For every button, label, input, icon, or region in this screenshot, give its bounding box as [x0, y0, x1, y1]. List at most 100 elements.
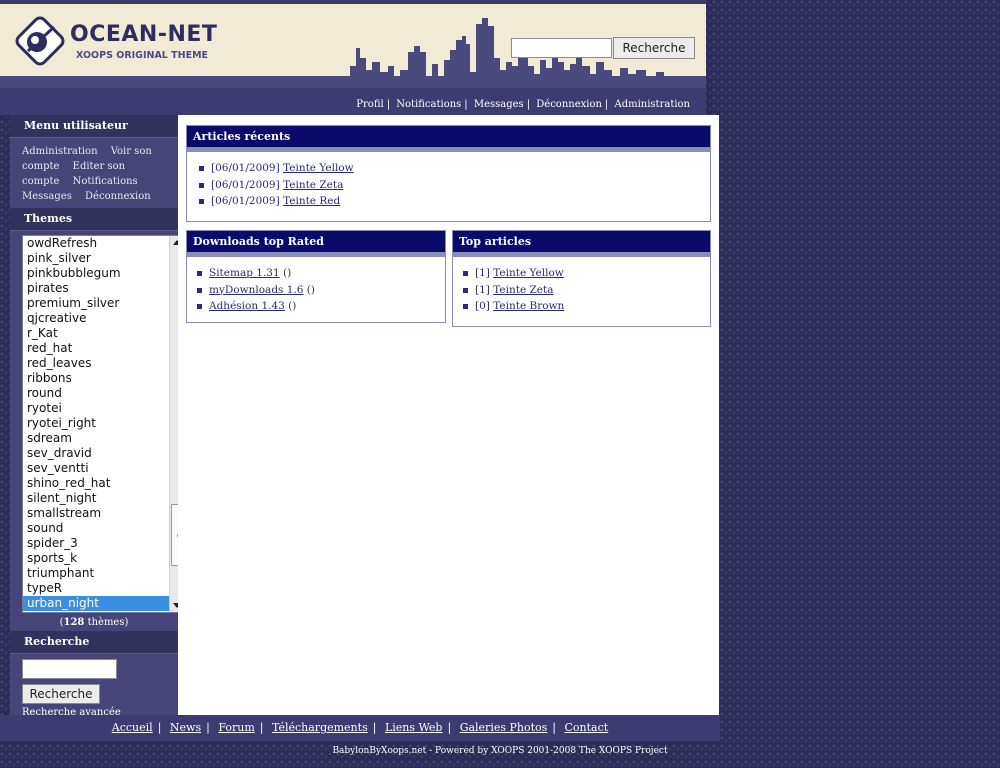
footer-link-news[interactable]: News: [170, 721, 201, 734]
downloads-title: Downloads top Rated: [187, 231, 445, 257]
list-item: [06/01/2009] Teinte Zeta: [199, 177, 710, 194]
theme-option[interactable]: red_leaves: [23, 356, 169, 371]
left-search-button[interactable]: Recherche: [22, 684, 100, 704]
download-rating: (): [279, 267, 292, 279]
download-rating: (): [303, 283, 315, 296]
user-menu-messages[interactable]: Messages: [22, 191, 72, 202]
theme-option[interactable]: red_hat: [23, 341, 169, 356]
user-menu: Administration Voir son compte Editer so…: [10, 138, 178, 208]
recent-articles-list: [06/01/2009] Teinte Yellow [06/01/2009] …: [187, 160, 710, 210]
list-item: [06/01/2009] Teinte Red: [199, 193, 710, 210]
theme-option[interactable]: owdRefresh: [23, 236, 169, 251]
site-header: OCEAN-NET XOOPS ORIGINAL THEME Recherche…: [0, 0, 706, 115]
theme-option[interactable]: qjcreative: [23, 311, 169, 326]
link-administration[interactable]: Administration: [614, 99, 690, 110]
link-messages[interactable]: Messages: [474, 99, 524, 110]
ocean-net-logo-icon: [15, 16, 65, 66]
bullet-icon: [197, 271, 202, 276]
themes-count: (128 thèmes): [10, 615, 178, 631]
bullet-icon: [199, 199, 204, 204]
article-link[interactable]: Teinte Yellow: [283, 162, 354, 174]
themes-count-suffix: thèmes: [84, 617, 125, 628]
article-date: [06/01/2009]: [211, 162, 280, 174]
theme-option[interactable]: urban_night: [23, 596, 169, 611]
article-date: [06/01/2009]: [211, 178, 280, 191]
theme-option[interactable]: ryotei_right: [23, 416, 169, 431]
link-deconnexion[interactable]: Déconnexion: [536, 99, 602, 110]
top-articles-title: Top articles: [453, 231, 710, 257]
list-item: myDownloads 1.6 (): [197, 282, 445, 299]
themes-count-number: 128: [63, 617, 85, 628]
theme-option[interactable]: sdream: [23, 431, 169, 446]
article-hits: [0]: [475, 300, 490, 312]
link-profil[interactable]: Profil: [356, 99, 383, 110]
download-link[interactable]: Sitemap 1.31: [209, 267, 280, 279]
user-menu-title: Menu utilisateur: [10, 115, 178, 138]
bullet-icon: [199, 182, 204, 188]
theme-option[interactable]: pirates: [23, 281, 169, 296]
bullet-icon: [463, 287, 468, 293]
bullet-icon: [197, 304, 202, 309]
footer-link-liens-web[interactable]: Liens Web: [385, 721, 443, 734]
bullet-icon: [463, 304, 468, 309]
user-menu-administration[interactable]: Administration: [22, 146, 98, 157]
theme-select-list[interactable]: owdRefresh pink_silver pinkbubblegum pirate…: [22, 235, 187, 613]
theme-option[interactable]: shino_red_hat: [23, 476, 169, 491]
list-item: Adhésion 1.43 (): [197, 298, 445, 315]
theme-option[interactable]: smallstream: [23, 506, 169, 521]
header-search-button[interactable]: Recherche: [613, 37, 695, 59]
list-item: [1] Teinte Yellow: [463, 265, 710, 282]
top-articles-list: [1] Teinte Yellow [1] Teinte Zeta [0] Te…: [453, 265, 710, 315]
footer-link-contact[interactable]: Contact: [565, 721, 609, 734]
logo-subtitle: XOOPS ORIGINAL THEME: [76, 50, 209, 61]
article-hits: [1]: [475, 267, 490, 279]
download-link[interactable]: myDownloads 1.6: [209, 284, 303, 296]
theme-option[interactable]: round: [23, 386, 169, 401]
theme-option[interactable]: ribbons: [23, 371, 169, 386]
article-date: [06/01/2009]: [211, 195, 280, 207]
left-search-input[interactable]: [22, 659, 117, 679]
logo-title: OCEAN-NET: [70, 22, 218, 47]
footer-link-telechargements[interactable]: Téléchargements: [272, 721, 368, 734]
footer-link-galeries[interactable]: Galeries Photos: [460, 721, 548, 734]
left-search-title: Recherche: [10, 631, 178, 654]
article-link[interactable]: Teinte Red: [283, 195, 340, 207]
theme-option[interactable]: typeR: [23, 581, 169, 596]
downloads-list: Sitemap 1.31 () myDownloads 1.6 () Adhés…: [187, 265, 445, 315]
theme-options: owdRefresh pink_silver pinkbubblegum pirate…: [23, 236, 169, 611]
theme-option[interactable]: sev_dravid: [23, 446, 169, 461]
footer-nav: Accueil | News | Forum | Téléchargements | L…: [0, 715, 720, 741]
article-link[interactable]: Teinte Zeta: [493, 284, 553, 296]
list-item: [1] Teinte Zeta: [463, 282, 710, 299]
theme-option[interactable]: r_Kat: [23, 326, 169, 341]
recent-articles-title: Articles récents: [187, 126, 710, 152]
theme-option[interactable]: silent_night: [23, 491, 169, 506]
footer-link-accueil[interactable]: Accueil: [112, 721, 153, 734]
theme-option[interactable]: ryotei: [23, 401, 169, 416]
article-link[interactable]: Teinte Brown: [493, 300, 564, 312]
article-link[interactable]: Teinte Zeta: [283, 179, 343, 191]
theme-option[interactable]: triumphant: [23, 566, 169, 581]
downloads-block: Downloads top Rated Sitemap 1.31 () myDo…: [186, 230, 446, 323]
theme-option[interactable]: sev_ventti: [23, 461, 169, 476]
bullet-icon: [197, 287, 202, 293]
footer-link-forum[interactable]: Forum: [218, 721, 254, 734]
theme-option[interactable]: spider_3: [23, 536, 169, 551]
powered-by-text: BabylonByXoops.net - Powered by XOOPS 20…: [332, 746, 668, 756]
link-notifications[interactable]: Notifications: [396, 99, 461, 110]
theme-option[interactable]: pink_silver: [23, 251, 169, 266]
header-user-links: Profil | Notifications | Messages | Déconne…: [356, 99, 690, 110]
theme-option[interactable]: premium_silver: [23, 296, 169, 311]
themes-count-close: ): [124, 617, 129, 628]
user-menu-notifications[interactable]: Notifications: [73, 176, 138, 187]
theme-option[interactable]: pinkbubblegum: [23, 266, 169, 281]
theme-option[interactable]: sound: [23, 521, 169, 536]
theme-option[interactable]: sports_k: [23, 551, 169, 566]
download-link[interactable]: Adhésion 1.43: [209, 300, 285, 312]
download-rating: (): [284, 300, 297, 312]
article-link[interactable]: Teinte Yellow: [493, 267, 564, 279]
header-search-input[interactable]: [511, 38, 612, 58]
recent-articles-block: Articles récents [06/01/2009] Teinte Yel…: [186, 125, 711, 222]
themes-title: Themes: [10, 208, 178, 231]
user-menu-deconnexion[interactable]: Déconnexion: [85, 191, 151, 202]
